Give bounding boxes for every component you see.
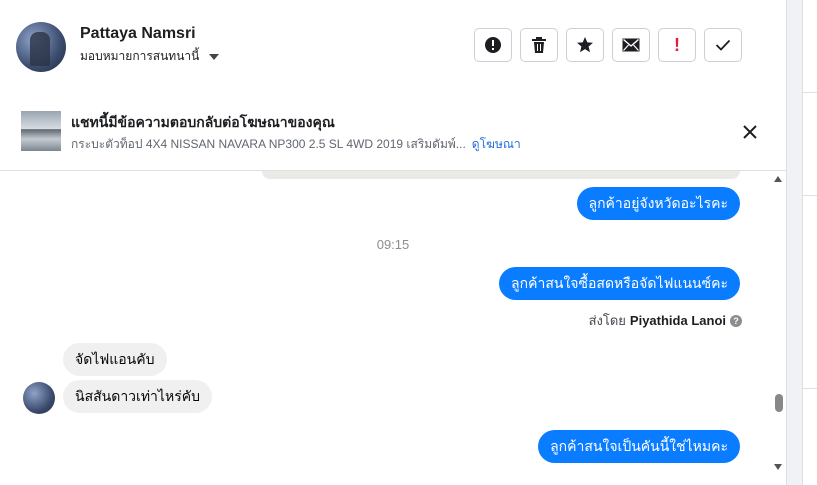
- sender-avatar: [23, 382, 55, 414]
- panel-divider: [803, 92, 817, 93]
- outgoing-message[interactable]: ลูกค้าสนใจเป็นคันนี้ใช่ไหมคะ: [538, 430, 740, 463]
- conversation-header: Pattaya Namsri มอบหมายการสนทนานี้ !: [0, 0, 786, 93]
- scrollbar[interactable]: [770, 171, 786, 485]
- outgoing-message[interactable]: ลูกค้าสนใจซื้อสดหรือจัดไฟแนนซ์คะ: [499, 267, 740, 300]
- ad-reply-banner: แชทนี้มีข้อความตอบกลับต่อโฆษณาของคุณ กระ…: [0, 92, 786, 171]
- sent-by-label: ส่งโดย Piyathida Lanoi ?: [589, 310, 742, 331]
- scrollbar-thumb[interactable]: [775, 394, 783, 412]
- check-icon: [715, 39, 731, 51]
- incoming-message[interactable]: จัดไฟแอนคับ: [63, 343, 167, 376]
- scroll-down-arrow-icon[interactable]: [774, 464, 782, 470]
- message-timestamp: 09:15: [376, 237, 410, 252]
- caret-down-icon: [209, 53, 220, 60]
- conversation-pane: Pattaya Namsri มอบหมายการสนทนานี้ ! แชทน…: [0, 0, 787, 485]
- right-side-panel: [802, 0, 817, 485]
- panel-divider: [803, 388, 817, 389]
- mark-unread-button[interactable]: [612, 28, 650, 62]
- assign-label: มอบหมายการสนทนานี้: [80, 49, 200, 63]
- header-actions: !: [474, 28, 742, 62]
- help-icon[interactable]: ?: [730, 314, 742, 327]
- message-thread: ลูกค้าอยู่จังหวัดอะไรคะ 09:15 ลูกค้าสนใจ…: [0, 171, 786, 485]
- scroll-up-arrow-icon[interactable]: [774, 176, 782, 182]
- ad-description-text: กระบะตัวท็อป 4X4 NISSAN NAVARA NP300 2.5…: [71, 137, 466, 151]
- sent-by-prefix: ส่งโดย: [588, 313, 626, 328]
- star-button[interactable]: [566, 28, 604, 62]
- view-ad-link[interactable]: ดูโฆษณา: [472, 137, 521, 151]
- envelope-icon: [622, 38, 640, 52]
- ad-banner-description: กระบะตัวท็อป 4X4 NISSAN NAVARA NP300 2.5…: [71, 135, 521, 154]
- close-icon[interactable]: [739, 121, 761, 143]
- report-button[interactable]: [474, 28, 512, 62]
- mark-important-button[interactable]: !: [658, 28, 696, 62]
- outgoing-message[interactable]: ลูกค้าอยู่จังหวัดอะไรคะ: [576, 187, 740, 220]
- sent-by-name: Piyathida Lanoi: [629, 313, 726, 328]
- contact-avatar[interactable]: [16, 22, 66, 72]
- trash-icon: [532, 37, 546, 53]
- contact-name[interactable]: Pattaya Namsri: [80, 25, 196, 43]
- delete-button[interactable]: [520, 28, 558, 62]
- report-icon: [485, 37, 501, 53]
- mark-done-button[interactable]: [704, 28, 742, 62]
- assign-conversation-dropdown[interactable]: มอบหมายการสนทนานี้: [80, 47, 220, 66]
- mark-important-icon: !: [674, 34, 680, 55]
- ad-banner-title: แชทนี้มีข้อความตอบกลับต่อโฆษณาของคุณ: [71, 114, 335, 130]
- panel-divider: [803, 195, 817, 196]
- incoming-message[interactable]: นิสสันดาวเท่าไหร่คับ: [63, 380, 212, 413]
- star-icon: [577, 37, 593, 53]
- shared-image[interactable]: [262, 171, 740, 179]
- ad-thumbnail[interactable]: [21, 111, 61, 151]
